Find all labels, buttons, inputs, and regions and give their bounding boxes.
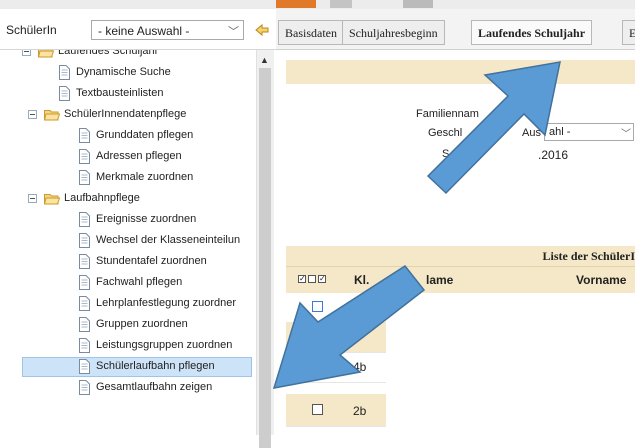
document-icon <box>59 65 70 80</box>
geschlecht-select-value: ahl - <box>549 126 571 138</box>
familienname-label: Familiennam <box>416 108 479 120</box>
scrollbar-thumb[interactable] <box>259 68 271 448</box>
list-header: Liste der SchülerI <box>286 246 635 266</box>
tree-item-label: SchülerInnendatenpflege <box>64 108 187 120</box>
auswahl-fragment: Aus <box>522 127 541 139</box>
table-row[interactable]: 4b <box>286 352 386 383</box>
tree-item-gesamtlaufbahn-zeigen[interactable]: Gesamtlaufbahn zeigen <box>0 378 256 398</box>
tree-item-merkmale-zuordnen[interactable]: Merkmale zuordnen <box>0 168 256 188</box>
tree-item-label: Adressen pflegen <box>96 150 182 162</box>
tree-item-schülerinnendatenpflege[interactable]: SchülerInnendatenpflege <box>0 105 256 125</box>
tree-item-gruppen-zuordnen[interactable]: Gruppen zuordnen <box>0 315 256 335</box>
document-icon <box>79 233 90 248</box>
date-value[interactable]: .2016 <box>538 148 568 162</box>
document-icon <box>79 380 90 395</box>
tree-item-fachwahl-pflegen[interactable]: Fachwahl pflegen <box>0 273 256 293</box>
document-icon <box>79 170 90 185</box>
document-icon <box>79 212 90 227</box>
back-arrow-icon[interactable] <box>255 23 269 37</box>
table-row[interactable]: 2b <box>286 394 386 427</box>
date-label: S <box>442 148 450 160</box>
tree-item-label: Wechsel der Klasseneinteilun <box>96 234 241 246</box>
table-row[interactable] <box>286 322 386 353</box>
navigation-tree: Laufendes Schuljahr Dynamische Suche Textb… <box>0 50 256 435</box>
tree-item-ereignisse-zuordnen[interactable]: Ereignisse zuordnen <box>0 210 256 230</box>
tab-bar: Basisdaten Schuljahresbeginn Laufendes S… <box>276 9 635 50</box>
document-icon <box>79 296 90 311</box>
document-icon <box>79 338 90 353</box>
tree-item-label: Gesamtlaufbahn zeigen <box>96 381 213 393</box>
tree-item-dynamische-suche[interactable]: Dynamische Suche <box>0 63 256 83</box>
column-name[interactable]: lame <box>426 273 453 287</box>
scroll-up-icon[interactable]: ▲ <box>260 55 269 65</box>
chevron-down-icon: ﹀ <box>621 129 631 140</box>
row-kl: 4b <box>353 360 367 374</box>
folder-open-icon <box>44 110 60 121</box>
top-strip-block <box>330 0 352 8</box>
tree-item-leistungsgruppen-zuordnen[interactable]: Leistungsgruppen zuordnen <box>0 336 256 356</box>
student-select[interactable]: - keine Auswahl - ﹀ <box>91 20 244 40</box>
tree-item-wechsel-der-klasseneinteilun[interactable]: Wechsel der Klasseneinteilun <box>0 231 256 251</box>
row-kl: 2b <box>353 404 367 418</box>
tree-item-lehrplanfestlegung-zuordner[interactable]: Lehrplanfestlegung zuordner <box>0 294 256 314</box>
document-icon <box>59 86 70 101</box>
collapse-toggle-icon[interactable] <box>28 194 37 203</box>
student-select-value: - keine Auswahl - <box>98 24 190 38</box>
tree-item-schülerlaufbahn-pflegen[interactable]: Schülerlaufbahn pflegen <box>0 357 256 377</box>
select-all-checkbox[interactable]: ✓ <box>298 275 306 283</box>
tab-cut-off[interactable]: E <box>622 20 635 45</box>
form-header-band <box>286 60 635 84</box>
table-row[interactable] <box>286 292 386 323</box>
tree-item-label: Gruppen zuordnen <box>96 318 188 330</box>
invert-selection-checkbox[interactable]: ✓ <box>318 275 326 283</box>
tree-item-label: Ereignisse zuordnen <box>96 213 197 225</box>
list-title: Liste der SchülerI <box>542 249 635 263</box>
tree-scrollbar[interactable]: ▲ <box>256 50 274 448</box>
tree-item-label: Leistungsgruppen zuordnen <box>96 339 233 351</box>
select-none-checkbox[interactable] <box>308 275 316 283</box>
top-strip-block <box>403 0 433 8</box>
tree-item-label: Grunddaten pflegen <box>96 129 194 141</box>
row-checkbox[interactable] <box>312 301 323 312</box>
tab-schuljahresbeginn[interactable]: Schuljahresbeginn <box>342 20 445 45</box>
chevron-down-icon: ﹀ <box>228 26 239 38</box>
top-strip-accent <box>276 0 316 8</box>
tree-item-label: Textbausteinlisten <box>76 87 164 99</box>
tree-item-laufendes-schuljahr[interactable]: Laufendes Schuljahr <box>0 50 256 62</box>
tree-item-label: Laufendes Schuljahr <box>58 50 159 57</box>
main-panel: Familiennam Geschl Aus ahl - ﹀ S .2016 L… <box>276 50 635 435</box>
column-vorname[interactable]: Vorname <box>576 273 626 287</box>
geschlecht-select[interactable]: ahl - ﹀ <box>544 123 634 141</box>
tree-item-stundentafel-zuordnen[interactable]: Stundentafel zuordnen <box>0 252 256 272</box>
tab-basisdaten[interactable]: Basisdaten <box>278 20 344 45</box>
tree-item-label: Stundentafel zuordnen <box>96 255 207 267</box>
tree-item-adressen-pflegen[interactable]: Adressen pflegen <box>0 147 256 167</box>
tree-item-label: Laufbahnpflege <box>64 192 140 204</box>
tree-item-label: Dynamische Suche <box>76 66 171 78</box>
tree-item-grunddaten-pflegen[interactable]: Grunddaten pflegen <box>0 126 256 146</box>
folder-open-icon <box>44 194 60 205</box>
document-icon <box>79 275 90 290</box>
tree-item-label: Merkmale zuordnen <box>96 171 194 183</box>
geschlecht-label: Geschl <box>428 127 463 139</box>
column-kl[interactable]: Kl. <box>354 273 369 287</box>
tree-item-label: Lehrplanfestlegung zuordner <box>96 297 237 309</box>
tree-item-label: Fachwahl pflegen <box>96 276 183 288</box>
student-label: SchülerIn <box>6 23 57 37</box>
document-icon <box>79 128 90 143</box>
folder-open-icon <box>38 50 54 58</box>
tree-item-laufbahnpflege[interactable]: Laufbahnpflege <box>0 189 256 209</box>
tab-laufendes-schuljahr[interactable]: Laufendes Schuljahr <box>471 20 593 45</box>
list-column-header: ✓ ✓ Kl. lame Vorname <box>286 266 635 293</box>
collapse-toggle-icon[interactable] <box>28 110 37 119</box>
tree-item-textbausteinlisten[interactable]: Textbausteinlisten <box>0 84 256 104</box>
document-icon <box>79 317 90 332</box>
document-icon <box>79 254 90 269</box>
document-icon <box>79 359 90 374</box>
collapse-toggle-icon[interactable] <box>22 50 31 56</box>
student-selector-header: SchülerIn - keine Auswahl - ﹀ <box>0 9 276 50</box>
document-icon <box>79 149 90 164</box>
tree-item-label: Schülerlaufbahn pflegen <box>96 360 215 372</box>
row-checkbox[interactable] <box>312 404 323 415</box>
